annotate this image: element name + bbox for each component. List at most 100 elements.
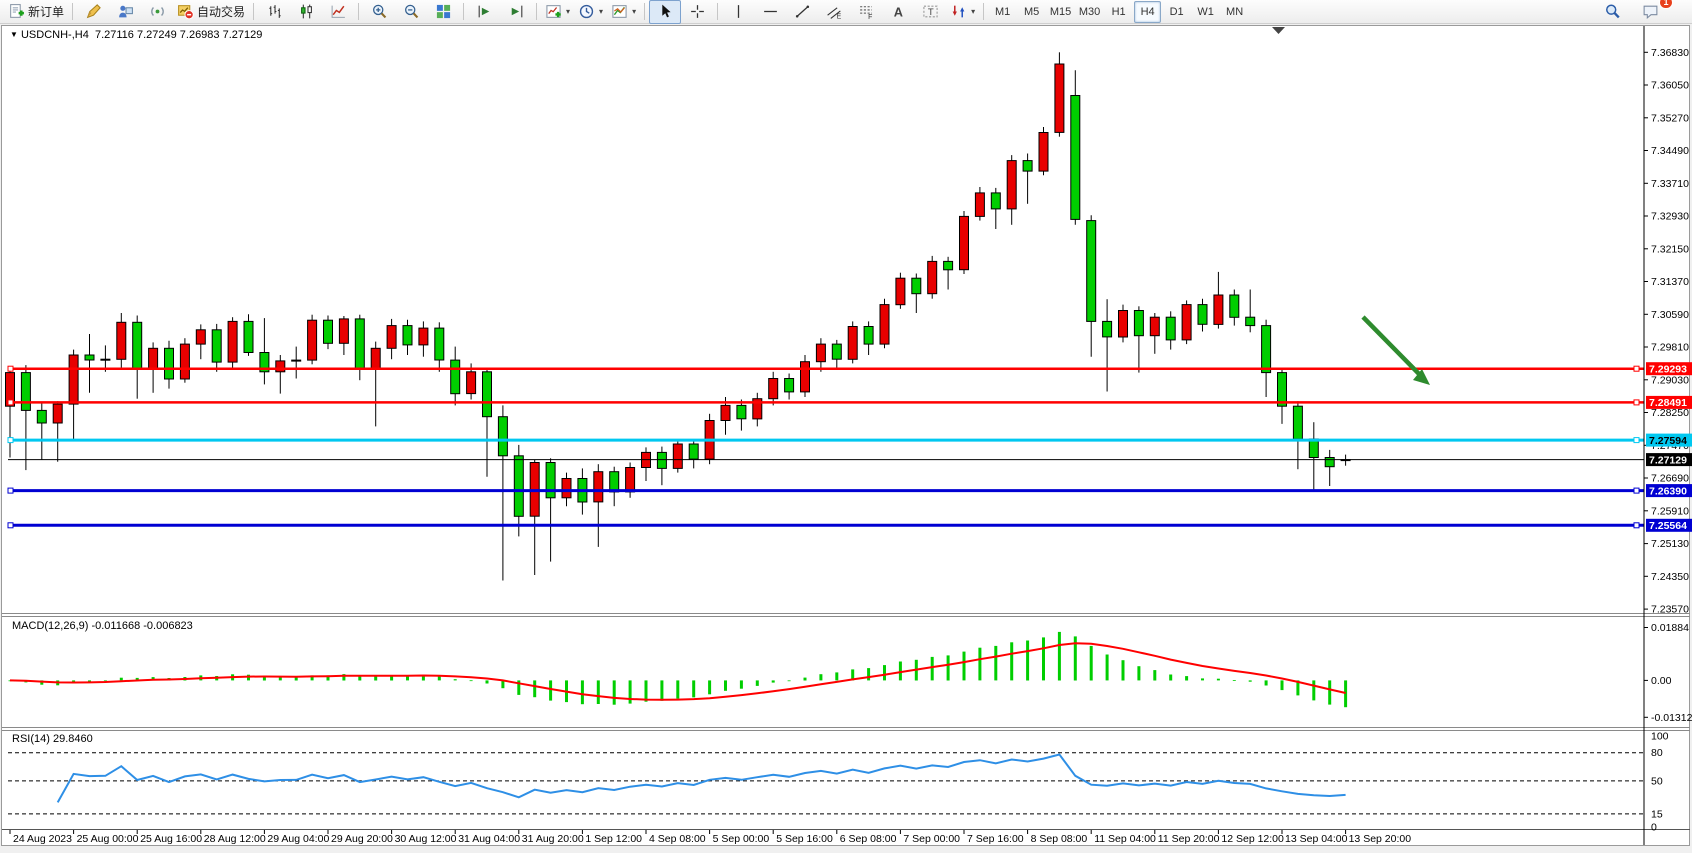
line-anchor[interactable] — [1634, 438, 1639, 443]
candle-body — [1039, 133, 1048, 172]
candlestick-button[interactable] — [290, 0, 322, 24]
toolbar-separator — [463, 3, 464, 20]
line-anchor[interactable] — [1634, 523, 1639, 528]
chart-title: ▼ USDCNH-,H4 7.27116 7.27249 7.26983 7.2… — [10, 29, 262, 41]
bar-chart-button[interactable] — [258, 0, 290, 24]
svg-text:7.29293: 7.29293 — [1649, 364, 1687, 376]
candle-body — [21, 373, 30, 411]
svg-text:E: E — [836, 13, 841, 20]
zoom-in-button[interactable] — [363, 0, 395, 24]
horizontal-line-button[interactable] — [754, 0, 786, 24]
timeframe-d1-button[interactable]: D1 — [1163, 1, 1190, 23]
chat-button[interactable]: 1 — [1634, 0, 1666, 24]
svg-text:7.26390: 7.26390 — [1649, 485, 1687, 497]
price-tick-label: 7.32930 — [1651, 211, 1689, 223]
timeframe-h1-button[interactable]: H1 — [1105, 1, 1132, 23]
line-anchor[interactable] — [8, 523, 13, 528]
crosshair-button[interactable] — [681, 0, 713, 24]
candle-body — [53, 404, 62, 423]
candle-body — [657, 452, 666, 468]
text-button[interactable]: A — [882, 0, 914, 24]
line-anchor[interactable] — [8, 400, 13, 405]
svg-text:7.25564: 7.25564 — [1649, 520, 1687, 532]
candle-body — [196, 330, 205, 344]
time-tick-label: 7 Sep 00:00 — [903, 833, 960, 845]
line-chart-button[interactable] — [322, 0, 354, 24]
chevron-down-icon[interactable]: ▾ — [971, 7, 975, 16]
chevron-down-icon[interactable]: ▾ — [599, 7, 603, 16]
search-icon — [1604, 3, 1621, 20]
candle-body — [419, 328, 428, 345]
candle-body — [228, 321, 237, 362]
candle-body — [594, 472, 603, 502]
candle-body — [721, 405, 730, 420]
candle-body — [1246, 317, 1255, 325]
candle-body — [308, 320, 317, 360]
crosshair-icon — [689, 3, 706, 20]
time-tick-label: 24 Aug 2023 — [13, 833, 72, 845]
person-button[interactable] — [109, 0, 141, 24]
timeframe-m15-button[interactable]: M15 — [1047, 1, 1074, 23]
toolbar-separator — [983, 3, 984, 20]
candle-body — [769, 379, 778, 399]
line-anchor[interactable] — [1634, 488, 1639, 493]
search-button[interactable] — [1596, 0, 1628, 24]
indicators-button[interactable]: ▾ — [541, 0, 574, 24]
timeframe-m5-button[interactable]: M5 — [1018, 1, 1045, 23]
candle-body — [1198, 305, 1207, 325]
price-tick-label: 7.23570 — [1651, 604, 1689, 616]
autotrading-button[interactable]: 自动交易 — [173, 0, 249, 24]
horizontal-line-icon — [762, 3, 779, 20]
timeframe-m1-button[interactable]: M1 — [989, 1, 1016, 23]
timeframe-mn-button[interactable]: MN — [1221, 1, 1248, 23]
candle-body — [435, 328, 444, 360]
rsi-tick-label: 50 — [1651, 775, 1663, 787]
chart-shift-button[interactable] — [500, 0, 532, 24]
vertical-line-button[interactable] — [722, 0, 754, 24]
auto-scroll-icon — [476, 3, 493, 20]
rsi-tick-label: 100 — [1651, 731, 1669, 743]
timeframe-m30-button[interactable]: M30 — [1076, 1, 1103, 23]
candle-body — [928, 261, 937, 293]
tile-windows-icon — [435, 3, 452, 20]
price-tick-label: 7.29030 — [1651, 374, 1689, 386]
line-anchor[interactable] — [8, 488, 13, 493]
price-badge: 7.25564 — [1646, 519, 1692, 532]
line-anchor[interactable] — [8, 438, 13, 443]
autotrading-icon — [177, 3, 194, 20]
line-anchor[interactable] — [1634, 400, 1639, 405]
cursor-icon — [657, 3, 674, 20]
collapse-triangle-icon[interactable]: ▼ — [10, 30, 18, 39]
timeframe-h4-button[interactable]: H4 — [1134, 1, 1161, 23]
templates-button[interactable]: ▾ — [607, 0, 640, 24]
signal-button[interactable] — [141, 0, 173, 24]
line-anchor[interactable] — [8, 366, 13, 371]
candle-body — [1103, 321, 1112, 337]
arrows-button[interactable]: ▾ — [946, 0, 979, 24]
macd-indicator-label: MACD(12,26,9) -0.011668 -0.006823 — [12, 620, 193, 632]
candle-body — [355, 319, 364, 369]
cursor-button[interactable] — [649, 0, 681, 24]
crayon-button[interactable] — [77, 0, 109, 24]
time-tick-label: 5 Sep 00:00 — [713, 833, 770, 845]
chart-canvas[interactable]: 7.368307.360507.352707.344907.337107.329… — [0, 0, 1692, 853]
price-tick-label: 7.30590 — [1651, 309, 1689, 321]
price-tick-label: 7.32150 — [1651, 243, 1689, 255]
time-tick-label: 11 Sep 04:00 — [1094, 833, 1156, 845]
chevron-down-icon[interactable]: ▾ — [632, 7, 636, 16]
fibonacci-button[interactable]: F — [850, 0, 882, 24]
chevron-down-icon[interactable]: ▾ — [566, 7, 570, 16]
channel-button[interactable]: E — [818, 0, 850, 24]
new-order-button[interactable]: 新订单 — [4, 0, 68, 24]
timeframe-w1-button[interactable]: W1 — [1192, 1, 1219, 23]
trendline-button[interactable] — [786, 0, 818, 24]
zoom-out-button[interactable] — [395, 0, 427, 24]
text-label-button[interactable]: T — [914, 0, 946, 24]
line-anchor[interactable] — [1634, 366, 1639, 371]
periods-button[interactable]: ▾ — [574, 0, 607, 24]
arrows-icon — [950, 3, 967, 20]
auto-scroll-button[interactable] — [468, 0, 500, 24]
toolbar-separator — [72, 3, 73, 20]
new-order-icon — [8, 3, 25, 20]
tile-windows-button[interactable] — [427, 0, 459, 24]
